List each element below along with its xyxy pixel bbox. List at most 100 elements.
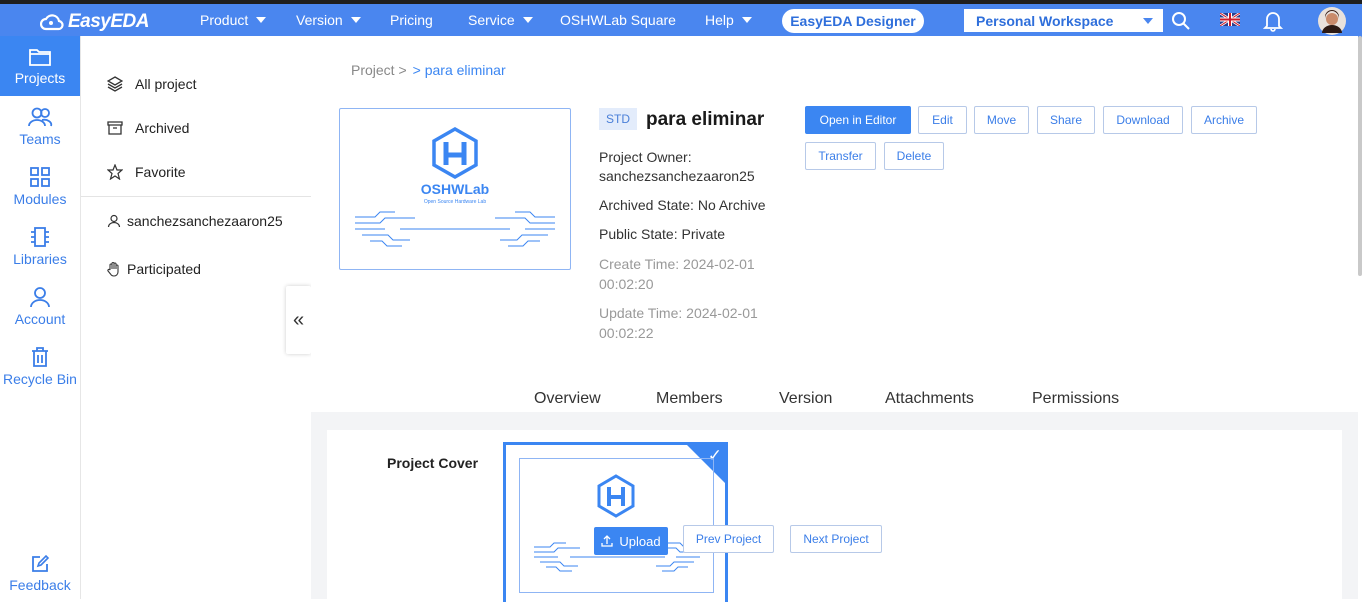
filter-archived-label: Archived <box>135 120 190 136</box>
nav-service[interactable]: Service <box>468 12 533 28</box>
filter-participated[interactable]: Participated <box>107 261 201 277</box>
download-button[interactable]: Download <box>1103 106 1183 134</box>
svg-text:Open Source Hardware Lab: Open Source Hardware Lab <box>424 199 486 205</box>
nav-pricing[interactable]: Pricing <box>390 12 433 28</box>
cloud-logo-icon <box>40 14 64 31</box>
delete-button[interactable]: Delete <box>884 142 944 170</box>
feedback-button[interactable]: Feedback <box>0 543 80 603</box>
nav-teams-label: Teams <box>19 130 61 147</box>
nav-oshwlab-square[interactable]: OSHWLab Square <box>560 12 676 28</box>
project-detail: Project > > para eliminar OSHWLab Open S… <box>311 36 1358 602</box>
filter-user-label: sanchezsanchezaaron25 <box>127 213 283 229</box>
nav-teams[interactable]: Teams <box>0 96 80 156</box>
share-button[interactable]: Share <box>1037 106 1095 134</box>
nav-modules[interactable]: Modules <box>0 156 80 216</box>
upload-button[interactable]: Upload <box>594 527 668 555</box>
project-cover-section: Project Cover ✓ Upload Prev Project Next… <box>327 430 1342 602</box>
chevron-down-icon <box>741 17 752 23</box>
avatar[interactable] <box>1318 7 1346 35</box>
uk-flag-icon[interactable] <box>1220 13 1240 26</box>
project-title: para eliminar <box>646 109 765 130</box>
nav-product-label: Product <box>200 12 249 28</box>
filter-favorite-label: Favorite <box>135 164 186 180</box>
nav-account-label: Account <box>14 310 66 327</box>
tab-overview[interactable]: Overview <box>534 390 601 408</box>
nav-oshwlab-label: OSHWLab Square <box>560 12 676 28</box>
archive-button[interactable]: Archive <box>1191 106 1257 134</box>
nav-recycle-bin[interactable]: Recycle Bin <box>0 336 80 396</box>
next-project-button[interactable]: Next Project <box>790 525 882 553</box>
chevron-down-icon <box>522 17 533 23</box>
user-icon <box>30 286 50 307</box>
edit-button[interactable]: Edit <box>918 106 967 134</box>
nav-pricing-label: Pricing <box>390 12 433 28</box>
easyeda-designer-button[interactable]: EasyEDA Designer <box>782 9 924 33</box>
star-icon <box>107 164 123 180</box>
nav-projects[interactable]: Projects <box>0 36 80 96</box>
chevron-down-icon <box>256 17 267 23</box>
trash-icon <box>32 346 48 367</box>
nav-version[interactable]: Version <box>296 12 361 28</box>
project-cover-label: Project Cover <box>387 455 479 471</box>
divider <box>81 196 311 197</box>
breadcrumb: Project > > para eliminar <box>351 62 506 78</box>
page-scrollbar[interactable] <box>1358 36 1362 276</box>
create-time-clock: 00:02:20 <box>599 276 654 292</box>
bell-icon[interactable] <box>1263 10 1283 32</box>
modules-icon <box>30 166 50 187</box>
nav-product[interactable]: Product <box>200 12 267 28</box>
collapse-sidebar-button[interactable]: « <box>286 286 311 354</box>
nav-recycle-bin-label: Recycle Bin <box>3 370 77 387</box>
filter-favorite[interactable]: Favorite <box>107 164 186 180</box>
left-nav: Projects Teams Modules Libraries Account… <box>0 36 81 599</box>
chip-icon <box>31 226 49 247</box>
workspace-label: Personal Workspace <box>976 12 1114 29</box>
overview-panel: Project Cover ✓ Upload Prev Project Next… <box>311 412 1358 602</box>
update-time-clock: 00:02:22 <box>599 325 654 341</box>
folder-icon <box>29 48 51 66</box>
archived-state: Archived State: No Archive <box>599 197 766 213</box>
transfer-button[interactable]: Transfer <box>805 142 876 170</box>
project-filter-sidebar: All project Archived Favorite sanchezsan… <box>81 36 311 599</box>
filter-archived[interactable]: Archived <box>107 120 189 136</box>
chevron-down-icon <box>350 17 361 23</box>
public-state: Public State: Private <box>599 226 726 242</box>
nav-projects-label: Projects <box>14 69 66 86</box>
update-time-date: Update Time: 2024-02-01 <box>599 305 758 321</box>
std-badge: STD <box>599 108 637 130</box>
easyeda-logo[interactable]: EasyEDA <box>40 8 150 36</box>
filter-all-project-label: All project <box>135 76 197 92</box>
feedback-label: Feedback <box>9 576 71 593</box>
tab-members[interactable]: Members <box>656 390 723 408</box>
oshwlab-logo-icon: OSHWLab Open Source Hardware Lab <box>355 126 555 247</box>
filter-participated-label: Participated <box>127 261 201 277</box>
nav-account[interactable]: Account <box>0 276 80 336</box>
user-icon <box>107 214 121 228</box>
svg-text:OSHWLab: OSHWLab <box>421 181 489 197</box>
filter-all-project[interactable]: All project <box>107 76 196 92</box>
logo-text: EasyEDA <box>68 11 150 32</box>
search-icon[interactable] <box>1171 11 1191 31</box>
workspace-select[interactable]: Personal Workspace <box>964 9 1163 32</box>
nav-service-label: Service <box>468 12 515 28</box>
team-icon <box>28 107 53 126</box>
prev-project-button[interactable]: Prev Project <box>683 525 774 553</box>
breadcrumb-current: > para eliminar <box>412 62 506 78</box>
nav-version-label: Version <box>296 12 343 28</box>
nav-help[interactable]: Help <box>705 12 752 28</box>
nav-libraries[interactable]: Libraries <box>0 216 80 276</box>
tab-permissions[interactable]: Permissions <box>1032 390 1119 408</box>
breadcrumb-project[interactable]: Project > <box>351 62 407 78</box>
selected-cover[interactable]: ✓ Upload <box>503 442 728 602</box>
top-navbar: EasyEDA Product Version Pricing Service … <box>0 0 1362 40</box>
upload-label: Upload <box>619 533 661 549</box>
nav-libraries-label: Libraries <box>13 250 67 267</box>
tab-attachments[interactable]: Attachments <box>885 390 974 408</box>
move-button[interactable]: Move <box>974 106 1029 134</box>
open-in-editor-button[interactable]: Open in Editor <box>805 106 911 134</box>
tab-version[interactable]: Version <box>779 390 832 408</box>
layers-icon <box>107 76 123 92</box>
upload-icon <box>601 535 614 547</box>
archive-icon <box>107 121 123 135</box>
filter-user[interactable]: sanchezsanchezaaron25 <box>107 213 283 229</box>
